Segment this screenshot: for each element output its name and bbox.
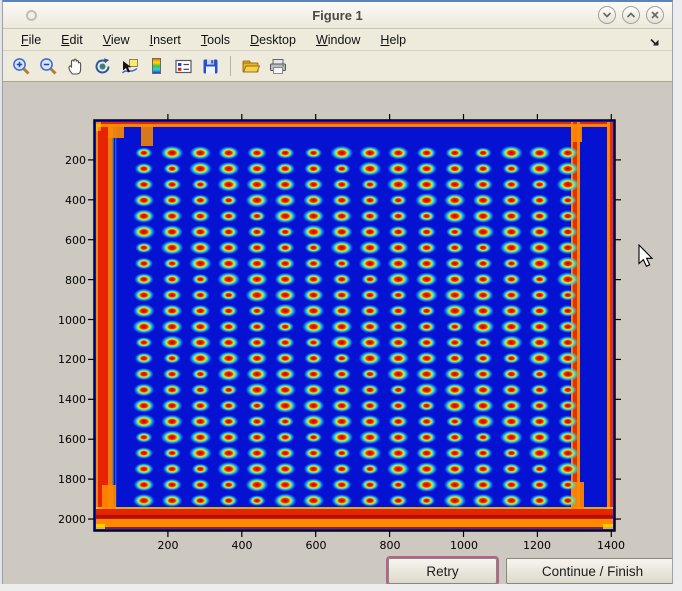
menu-item-help[interactable]: Help bbox=[370, 31, 416, 49]
y-tick-label: 1200 bbox=[44, 353, 86, 366]
continue-finish-button[interactable]: Continue / Finish bbox=[506, 558, 672, 584]
menu-item-window[interactable]: Window bbox=[306, 31, 370, 49]
legend-icon bbox=[174, 57, 193, 76]
titlebar[interactable]: Figure 1 bbox=[3, 2, 672, 29]
menu-item-tools[interactable]: Tools bbox=[191, 31, 240, 49]
maximize-button[interactable] bbox=[622, 6, 640, 24]
rotate-3d-icon bbox=[93, 57, 112, 76]
close-button[interactable] bbox=[646, 6, 664, 24]
axes: 2004006008001000120014001600180020002004… bbox=[84, 110, 625, 541]
y-tick-label: 2000 bbox=[44, 513, 86, 526]
close-icon bbox=[650, 10, 660, 20]
print-icon bbox=[268, 57, 288, 76]
pan-button[interactable] bbox=[63, 54, 87, 78]
zoom-out-button[interactable] bbox=[36, 54, 60, 78]
x-tick-label: 1000 bbox=[442, 539, 486, 552]
retry-button[interactable]: Retry bbox=[388, 558, 497, 584]
arrow-southeast-icon bbox=[649, 36, 660, 47]
toolbar-separator bbox=[230, 56, 231, 76]
chevron-down-icon bbox=[602, 10, 612, 20]
y-tick-label: 1000 bbox=[44, 314, 86, 327]
y-tick-label: 1600 bbox=[44, 433, 86, 446]
x-tick-label: 1200 bbox=[515, 539, 559, 552]
menu-overflow-arrow[interactable] bbox=[649, 34, 660, 52]
data-cursor-icon bbox=[120, 57, 139, 76]
data-cursor-button[interactable] bbox=[117, 54, 141, 78]
menu-item-insert[interactable]: Insert bbox=[140, 31, 191, 49]
y-tick-label: 400 bbox=[44, 194, 86, 207]
menu-item-edit[interactable]: Edit bbox=[51, 31, 93, 49]
zoom-out-icon bbox=[39, 57, 58, 76]
colorbar-button[interactable] bbox=[144, 54, 168, 78]
insert-legend-button[interactable] bbox=[171, 54, 195, 78]
x-tick-label: 400 bbox=[220, 539, 264, 552]
window-title: Figure 1 bbox=[312, 8, 363, 23]
y-tick-label: 200 bbox=[44, 154, 86, 167]
menu-item-view[interactable]: View bbox=[93, 31, 140, 49]
x-tick-label: 800 bbox=[368, 539, 412, 552]
chevron-up-icon bbox=[626, 10, 636, 20]
menubar: File Edit View Insert Tools Desktop Wind… bbox=[3, 29, 672, 51]
shade-button[interactable] bbox=[598, 6, 616, 24]
scan-image bbox=[84, 110, 625, 541]
toolbar bbox=[3, 51, 672, 82]
figure-canvas: 200 400 600 800 1000 1200 1400 1600 1800 2000 200 4… bbox=[3, 82, 672, 585]
x-tick-label: 200 bbox=[146, 539, 190, 552]
menu-item-desktop[interactable]: Desktop bbox=[240, 31, 306, 49]
menu-item-file[interactable]: File bbox=[11, 31, 51, 49]
y-tick-label: 800 bbox=[44, 274, 86, 287]
save-button[interactable] bbox=[198, 54, 222, 78]
open-folder-icon bbox=[241, 57, 261, 76]
print-button[interactable] bbox=[266, 54, 290, 78]
save-icon bbox=[201, 57, 220, 76]
y-tick-label: 1400 bbox=[44, 393, 86, 406]
zoom-in-icon bbox=[12, 57, 31, 76]
mouse-cursor-icon bbox=[638, 244, 654, 268]
colorbar-icon bbox=[152, 58, 161, 74]
y-tick-label: 600 bbox=[44, 234, 86, 247]
figure-icon bbox=[26, 10, 37, 21]
y-tick-label: 1800 bbox=[44, 473, 86, 486]
x-tick-label: 600 bbox=[294, 539, 338, 552]
open-button[interactable] bbox=[239, 54, 263, 78]
rotate-3d-button[interactable] bbox=[90, 54, 114, 78]
window-bottom-margin bbox=[0, 584, 682, 591]
x-tick-label: 1400 bbox=[589, 539, 633, 552]
zoom-in-button[interactable] bbox=[9, 54, 33, 78]
figure-window: Figure 1 File Edit View bbox=[2, 0, 673, 584]
pan-hand-icon bbox=[66, 57, 85, 76]
